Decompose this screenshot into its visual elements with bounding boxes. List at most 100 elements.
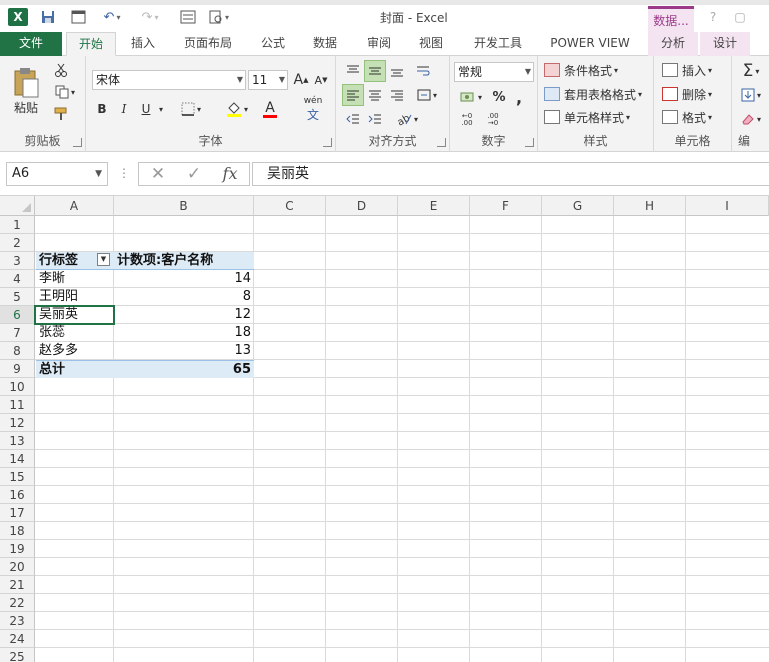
number-format-select[interactable]: 常规 ▼	[454, 62, 534, 82]
row-header-22[interactable]: 22	[0, 594, 35, 612]
column-header-h[interactable]: H	[614, 196, 686, 216]
row-header-25[interactable]: 25	[0, 648, 35, 662]
redo-icon[interactable]: ↷ ▾	[136, 8, 164, 26]
align-bottom-icon[interactable]	[386, 60, 408, 82]
column-header-b[interactable]: B	[114, 196, 254, 216]
worksheet-grid[interactable]: ABCDEFGHI 1 2 3 4 5 6 7 8 9 10 11 12 13 14 15 16 17 18 19 2…	[0, 196, 769, 662]
align-top-icon[interactable]	[342, 60, 364, 82]
pivot-item-name[interactable]: 张蕊	[36, 324, 114, 342]
row-header-1[interactable]: 1	[0, 216, 35, 234]
pivot-item-name[interactable]: 吴丽英	[36, 306, 114, 324]
fill-color-icon[interactable]: ▾	[222, 98, 252, 120]
format-painter-icon[interactable]	[50, 104, 72, 124]
row-header-24[interactable]: 24	[0, 630, 35, 648]
conditional-format-button[interactable]: 条件格式 ▾	[544, 60, 618, 80]
row-header-21[interactable]: 21	[0, 576, 35, 594]
row-header-14[interactable]: 14	[0, 450, 35, 468]
autosum-button[interactable]: Σ ▾	[736, 60, 766, 82]
row-header-6[interactable]: 6	[0, 306, 35, 324]
increase-font-button[interactable]: A ▲	[292, 70, 310, 90]
name-box[interactable]: A6 ▼	[6, 162, 108, 186]
row-header-20[interactable]: 20	[0, 558, 35, 576]
alignment-launcher-icon[interactable]	[437, 138, 446, 147]
row-header-2[interactable]: 2	[0, 234, 35, 252]
pivot-total-value[interactable]: 65	[114, 360, 254, 378]
pivot-item-count[interactable]: 13	[114, 342, 254, 360]
delete-cells-button[interactable]: 删除 ▾	[662, 84, 712, 104]
row-header-8[interactable]: 8	[0, 342, 35, 360]
tab-home[interactable]: 开始	[66, 32, 116, 56]
align-middle-icon[interactable]	[364, 60, 386, 82]
decrease-font-button[interactable]: A ▼	[312, 70, 330, 90]
comma-button[interactable]: ,	[510, 86, 528, 108]
row-header-4[interactable]: 4	[0, 270, 35, 288]
wrap-text-icon[interactable]	[412, 60, 434, 82]
enter-entry-button[interactable]: ✓	[179, 164, 209, 184]
tab-data[interactable]: 数据	[302, 32, 348, 56]
tab-design[interactable]: 设计	[700, 32, 750, 56]
format-as-table-button[interactable]: 套用表格格式 ▾	[544, 84, 642, 104]
pivot-item-count[interactable]: 8	[114, 288, 254, 306]
clear-icon[interactable]: ▾	[736, 108, 766, 130]
column-header-a[interactable]: A	[35, 196, 114, 216]
increase-indent-icon[interactable]	[364, 108, 386, 130]
tab-analyze[interactable]: 分析	[648, 32, 698, 56]
insert-function-button[interactable]: fx	[215, 164, 245, 184]
fill-icon[interactable]: ▾	[736, 84, 766, 106]
tab-review[interactable]: 审阅	[356, 32, 402, 56]
column-header-d[interactable]: D	[326, 196, 398, 216]
clipboard-launcher-icon[interactable]	[73, 138, 82, 147]
underline-button[interactable]: U	[136, 98, 156, 120]
borders-icon[interactable]: ▾	[176, 98, 206, 120]
merge-center-icon[interactable]: ▾	[412, 84, 442, 106]
bold-button[interactable]: B	[92, 98, 112, 120]
format-cells-button[interactable]: 格式 ▾	[662, 107, 712, 127]
cancel-entry-button[interactable]: ✕	[143, 164, 173, 184]
font-size-select[interactable]: 11 ▼	[248, 70, 288, 90]
decrease-decimal-icon[interactable]: .00 →0	[482, 110, 504, 130]
row-header-17[interactable]: 17	[0, 504, 35, 522]
tab-file[interactable]: 文件	[0, 32, 62, 56]
column-header-f[interactable]: F	[470, 196, 542, 216]
select-all-button[interactable]	[0, 196, 35, 216]
font-name-select[interactable]: 宋体 ▼	[92, 70, 246, 90]
cut-icon[interactable]	[50, 60, 72, 80]
column-header-g[interactable]: G	[542, 196, 614, 216]
row-header-15[interactable]: 15	[0, 468, 35, 486]
pivot-item-name[interactable]: 李晰	[36, 270, 114, 288]
underline-dropdown-icon[interactable]: ▾	[156, 98, 166, 120]
copy-icon[interactable]: ▾	[50, 82, 80, 102]
print-preview-icon[interactable]: ▾	[206, 8, 232, 26]
tab-developer[interactable]: 开发工具	[462, 32, 534, 56]
number-launcher-icon[interactable]	[525, 138, 534, 147]
row-header-10[interactable]: 10	[0, 378, 35, 396]
save-icon[interactable]	[38, 8, 58, 26]
tab-page-layout[interactable]: 页面布局	[172, 32, 244, 56]
tab-view[interactable]: 视图	[408, 32, 454, 56]
row-header-23[interactable]: 23	[0, 612, 35, 630]
form-icon[interactable]	[178, 8, 198, 26]
pivot-total-label[interactable]: 总计	[36, 360, 114, 378]
column-header-e[interactable]: E	[398, 196, 470, 216]
undo-icon[interactable]: ↶ ▾	[98, 8, 126, 26]
row-header-12[interactable]: 12	[0, 414, 35, 432]
insert-cells-button[interactable]: 插入 ▾	[662, 60, 712, 80]
align-right-icon[interactable]	[386, 84, 408, 106]
pivot-item-count[interactable]: 14	[114, 270, 254, 288]
paste-button[interactable]: 粘贴	[8, 62, 44, 120]
restore-button[interactable]: ▢	[730, 10, 750, 26]
row-header-5[interactable]: 5	[0, 288, 35, 306]
font-launcher-icon[interactable]	[323, 138, 332, 147]
tab-insert[interactable]: 插入	[120, 32, 166, 56]
align-center-icon[interactable]	[364, 84, 386, 106]
phonetic-guide-button[interactable]: wén 文	[300, 96, 326, 122]
row-header-13[interactable]: 13	[0, 432, 35, 450]
row-header-19[interactable]: 19	[0, 540, 35, 558]
tab-formulas[interactable]: 公式	[250, 32, 296, 56]
help-button[interactable]: ?	[703, 10, 723, 26]
currency-icon[interactable]: ▾	[456, 86, 486, 108]
row-header-3[interactable]: 3	[0, 252, 35, 270]
pivot-item-count[interactable]: 12	[114, 306, 254, 324]
column-header-i[interactable]: I	[686, 196, 769, 216]
orientation-icon[interactable]: ab ▾	[392, 108, 422, 130]
